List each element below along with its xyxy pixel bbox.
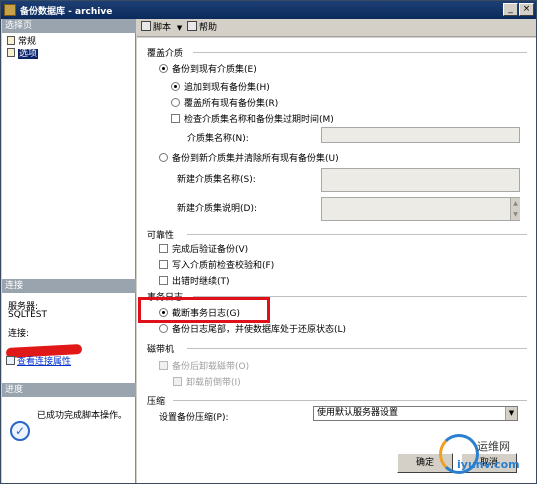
success-icon: ✓ bbox=[10, 421, 30, 441]
close-icon[interactable]: × bbox=[519, 3, 534, 16]
scroll-down-icon[interactable]: ▼ bbox=[511, 210, 520, 219]
backup-existing-media-radio[interactable]: 备份到现有介质集(E) bbox=[159, 64, 257, 75]
continue-on-error-checkbox[interactable]: 出错时继续(T) bbox=[159, 276, 230, 287]
append-backup-set-radio[interactable]: 追加到现有备份集(H) bbox=[171, 82, 270, 93]
highlight-annotation bbox=[138, 297, 270, 323]
toolbar: 脚本 ▼ 帮助 bbox=[137, 19, 536, 37]
properties-icon bbox=[6, 356, 15, 365]
help-button[interactable]: 帮助 bbox=[187, 21, 217, 35]
unload-tape-checkbox[interactable]: 备份后卸载磁带(O) bbox=[159, 361, 249, 372]
overwrite-media-header: 覆盖介质 bbox=[147, 49, 184, 59]
new-media-desc-label: 新建介质集说明(D): bbox=[177, 204, 257, 214]
page-icon bbox=[7, 36, 15, 45]
minimize-icon[interactable]: _ bbox=[503, 3, 518, 16]
left-panel: 选择页 常规 选项 连接 服务器: SQLTEST 连接: 查看连接属性 进度 … bbox=[2, 19, 136, 483]
desc-scrollbar[interactable]: ▲ ▼ bbox=[510, 198, 520, 220]
check-media-name-checkbox[interactable]: 检查介质集名称和备份集过期时间(M) bbox=[171, 114, 334, 125]
media-name-label: 介质集名称(N): bbox=[187, 134, 249, 144]
window-title: 备份数据库 - archive bbox=[20, 7, 113, 17]
progress-status: 已成功完成脚本操作。 bbox=[37, 411, 128, 421]
overwrite-all-radio[interactable]: 覆盖所有现有备份集(R) bbox=[171, 98, 278, 109]
nav-item-general[interactable]: 常规 bbox=[7, 36, 36, 47]
scroll-up-icon[interactable]: ▲ bbox=[511, 199, 520, 208]
connection-header: 连接 bbox=[2, 279, 136, 293]
page-icon bbox=[7, 48, 15, 57]
script-button[interactable]: 脚本 ▼ bbox=[141, 21, 182, 35]
watermark: 运维网 iyunv.com bbox=[439, 434, 529, 480]
title-bar[interactable]: 备份数据库 - archive _ × bbox=[1, 1, 536, 19]
script-icon bbox=[141, 21, 151, 31]
verify-checkbox[interactable]: 完成后验证备份(V) bbox=[159, 244, 248, 255]
compression-label: 设置备份压缩(P): bbox=[159, 413, 229, 423]
connection-label: 连接: bbox=[8, 329, 30, 339]
database-icon bbox=[4, 4, 16, 16]
reliability-header: 可靠性 bbox=[147, 231, 175, 241]
server-value: SQLTEST bbox=[8, 310, 47, 320]
tail-log-radio[interactable]: 备份日志尾部，并使数据库处于还原状态(L) bbox=[159, 324, 346, 335]
new-media-name-label: 新建介质集名称(S): bbox=[177, 175, 256, 185]
select-page-header: 选择页 bbox=[2, 19, 136, 33]
new-media-name-input[interactable] bbox=[321, 168, 520, 192]
progress-header: 进度 bbox=[2, 383, 136, 397]
nav-item-options[interactable]: 选项 bbox=[7, 48, 39, 59]
backup-new-media-radio[interactable]: 备份到新介质集并清除所有现有备份集(U) bbox=[159, 153, 339, 164]
new-media-desc-input[interactable] bbox=[321, 197, 520, 221]
watermark-line2: iyunv.com bbox=[457, 458, 520, 471]
compression-select[interactable]: 使用默认服务器设置 ▼ bbox=[313, 406, 518, 421]
media-name-input[interactable] bbox=[321, 127, 520, 143]
chevron-down-icon[interactable]: ▼ bbox=[505, 407, 517, 420]
dropdown-arrow-icon[interactable]: ▼ bbox=[177, 24, 182, 32]
backup-database-window: 备份数据库 - archive _ × 选择页 常规 选项 连接 服务器: SQ… bbox=[0, 0, 537, 484]
compression-header: 压缩 bbox=[147, 397, 166, 407]
checksum-checkbox[interactable]: 写入介质前检查校验和(F) bbox=[159, 260, 274, 271]
view-connection-properties[interactable]: 查看连接属性 bbox=[6, 354, 71, 367]
options-page: 覆盖介质 备份到现有介质集(E) 追加到现有备份集(H) 覆盖所有现有备份集(R… bbox=[137, 38, 536, 483]
watermark-line1: 运维网 bbox=[477, 440, 510, 453]
help-icon bbox=[187, 21, 197, 31]
tape-header: 磁带机 bbox=[147, 345, 175, 355]
rewind-tape-checkbox[interactable]: 卸载前倒带(I) bbox=[173, 377, 241, 388]
